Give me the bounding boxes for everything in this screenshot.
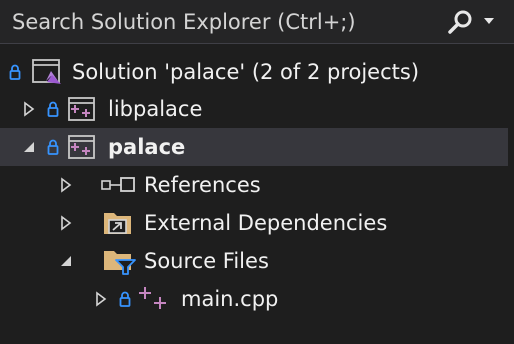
tree-item-solution[interactable]: Solution 'palace' (2 of 2 projects)	[0, 53, 514, 91]
external-dependencies-folder-icon	[104, 213, 131, 234]
tree-item-palace[interactable]: palace	[0, 128, 514, 166]
chevron-expanded-icon[interactable]	[22, 140, 36, 154]
tree-item-label: palace	[108, 135, 186, 159]
lock-icon	[47, 139, 59, 155]
tree-item-external-dependencies[interactable]: External Dependencies	[0, 204, 514, 242]
tree-item-references[interactable]: References	[0, 166, 514, 204]
tree-item-label: Solution 'palace' (2 of 2 projects)	[72, 60, 420, 84]
tree-item-label: libpalace	[108, 97, 203, 121]
tree-item-label: References	[144, 173, 261, 197]
tree-item-libpalace[interactable]: libpalace	[0, 90, 514, 128]
tree-item-label: Source Files	[144, 249, 269, 273]
search-icon[interactable]	[446, 8, 474, 36]
chevron-right-icon[interactable]	[95, 291, 107, 307]
search-input[interactable]: Search Solution Explorer (Ctrl+;)	[12, 8, 356, 36]
references-icon	[101, 177, 135, 192]
lock-icon	[9, 64, 21, 80]
caret-down-icon[interactable]	[482, 14, 496, 28]
cpp-project-icon	[68, 97, 95, 121]
chevron-expanded-icon[interactable]	[59, 254, 73, 268]
cpp-project-icon	[68, 135, 95, 159]
chevron-right-icon[interactable]	[60, 177, 72, 193]
lock-icon	[47, 101, 59, 117]
tree-item-label: External Dependencies	[144, 211, 388, 235]
chevron-right-icon[interactable]	[23, 101, 35, 117]
solution-explorer: Search Solution Explorer (Ctrl+;) Soluti…	[0, 0, 514, 344]
scrollbar-track[interactable]	[508, 44, 514, 344]
filter-folder-icon	[104, 251, 136, 275]
search-bar[interactable]: Search Solution Explorer (Ctrl+;)	[0, 0, 514, 44]
tree-item-source-files[interactable]: Source Files	[0, 242, 514, 280]
cpp-file-icon	[139, 287, 166, 309]
solution-icon	[32, 59, 61, 84]
chevron-right-icon[interactable]	[60, 215, 72, 231]
tree-item-label: main.cpp	[181, 287, 279, 311]
tree-item-main-cpp[interactable]: main.cpp	[0, 280, 514, 318]
lock-icon	[119, 291, 131, 307]
